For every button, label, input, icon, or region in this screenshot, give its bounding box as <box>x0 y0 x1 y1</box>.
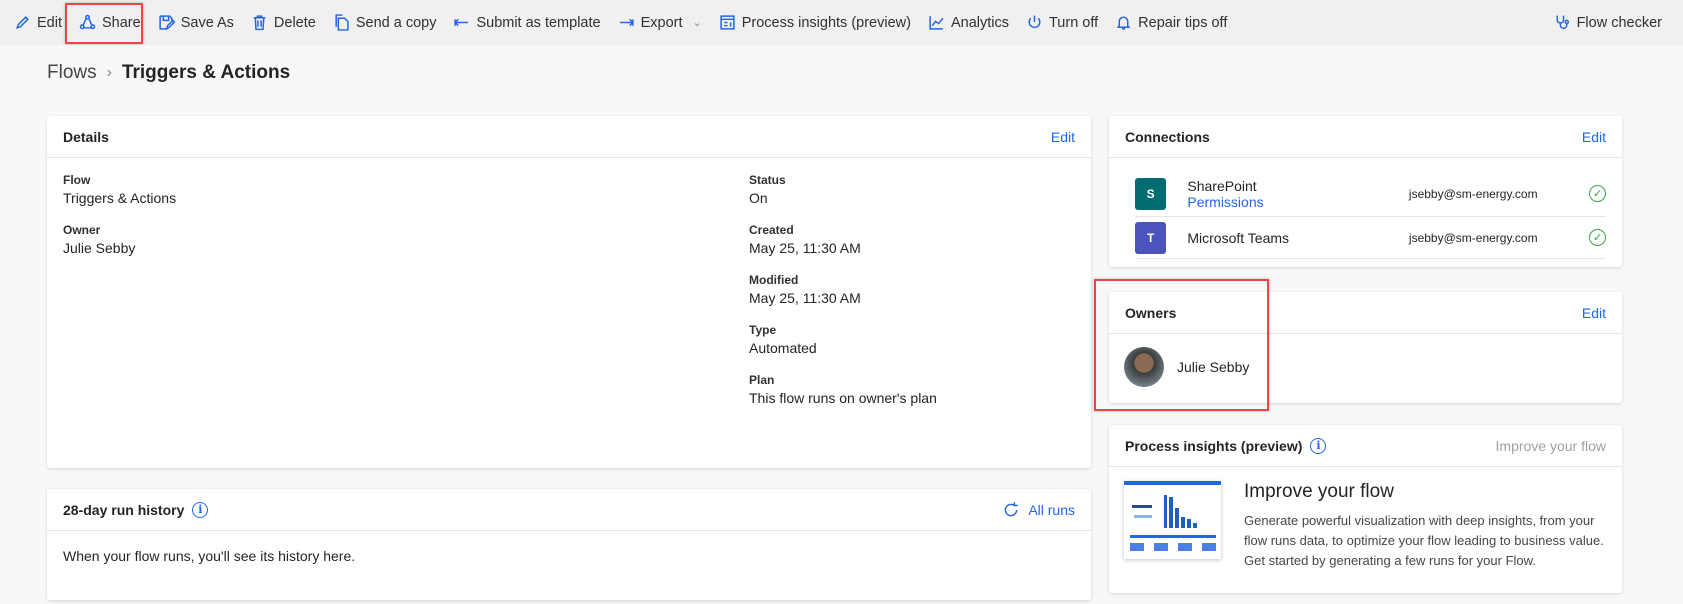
status-value: On <box>749 190 768 206</box>
stethoscope-icon <box>1556 15 1569 30</box>
all-runs-link[interactable]: All runs <box>1002 501 1075 519</box>
flow-value: Triggers & Actions <box>63 190 177 206</box>
permissions-link[interactable]: Permissions <box>1187 194 1409 210</box>
owner-label: Owner <box>63 223 101 237</box>
delete-button[interactable]: Delete <box>251 14 316 31</box>
submit-template-button[interactable]: Submit as template <box>453 14 601 31</box>
modified-value: May 25, 11:30 AM <box>749 290 861 306</box>
sharepoint-icon: S <box>1135 177 1167 210</box>
created-label: Created <box>749 223 794 237</box>
type-label: Type <box>749 323 777 337</box>
save-as-button[interactable]: Save As <box>158 14 234 31</box>
improve-flow-link[interactable]: Improve your flow <box>1496 438 1606 454</box>
details-edit-link[interactable]: Edit <box>1051 129 1075 145</box>
info-icon[interactable]: i <box>1310 437 1327 454</box>
run-history-title: 28-day run history <box>63 501 185 518</box>
flow-label: Flow <box>63 173 91 187</box>
pencil-icon <box>16 16 29 29</box>
bell-icon <box>1116 16 1131 30</box>
run-history-empty: When your flow runs, you'll see its hist… <box>63 548 356 564</box>
details-card: Details Edit Flow Triggers & Actions Owner… <box>47 116 1091 468</box>
owner-value: Julie Sebby <box>63 240 136 256</box>
connections-card: Connections Edit S SharePoint Permissions … <box>1109 116 1622 267</box>
teams-icon: T <box>1135 221 1167 254</box>
save-as-icon <box>159 15 175 31</box>
connection-email: jsebby@sm-energy.com <box>1408 186 1538 201</box>
run-history-card: 28-day run history i All runs When your f… <box>47 489 1091 600</box>
arrow-right-icon <box>619 18 634 27</box>
command-bar: Edit Share Save As Delete Send a copy Su… <box>0 0 1683 45</box>
breadcrumb-flows[interactable]: Flows <box>47 62 97 84</box>
connection-email: jsebby@sm-energy.com <box>1408 230 1538 245</box>
chevron-right-icon: › <box>106 64 112 81</box>
details-title: Details <box>63 128 109 145</box>
export-button[interactable]: Export ⌄ <box>618 14 702 31</box>
process-icon <box>720 15 735 30</box>
connection-name: Microsoft Teams <box>1187 229 1290 246</box>
edit-button[interactable]: Edit <box>14 14 62 31</box>
chart-icon <box>929 16 944 30</box>
insights-illustration <box>1124 481 1221 559</box>
status-label: Status <box>749 173 786 187</box>
modified-label: Modified <box>749 273 799 287</box>
check-icon: ✓ <box>1589 229 1606 246</box>
process-insights-card: Process insights (preview) i Improve your … <box>1109 425 1622 593</box>
connections-edit-link[interactable]: Edit <box>1582 129 1606 145</box>
flow-checker-button[interactable]: Flow checker <box>1554 14 1662 31</box>
plan-value: This flow runs on owner's plan <box>749 390 937 406</box>
type-value: Automated <box>749 340 817 356</box>
power-icon <box>1028 15 1041 29</box>
refresh-icon <box>1005 501 1019 516</box>
insights-body: Generate powerful visualization with dee… <box>1244 513 1604 568</box>
check-icon: ✓ <box>1589 185 1606 202</box>
process-insights-button[interactable]: Process insights (preview) <box>719 14 911 31</box>
share-highlight <box>65 3 143 44</box>
connections-title: Connections <box>1125 128 1210 145</box>
owners-highlight <box>1094 279 1269 411</box>
info-icon[interactable]: i <box>192 501 209 518</box>
copy-icon <box>335 14 349 31</box>
insights-title: Process insights (preview) <box>1125 437 1303 454</box>
page-title: Triggers & Actions <box>121 62 291 83</box>
turn-off-button[interactable]: Turn off <box>1026 14 1098 31</box>
send-copy-button[interactable]: Send a copy <box>333 14 436 31</box>
breadcrumb: Flows › Triggers & Actions <box>47 62 290 84</box>
trash-icon <box>253 15 266 31</box>
connection-row: S SharePoint Permissions jsebby@sm-energy… <box>1135 171 1606 217</box>
arrow-left-icon <box>454 18 469 27</box>
insights-heading: Improve your flow <box>1244 481 1394 502</box>
created-value: May 25, 11:30 AM <box>749 240 861 256</box>
owners-edit-link[interactable]: Edit <box>1582 305 1606 321</box>
connection-row: T Microsoft Teams jsebby@sm-energy.com ✓ <box>1135 217 1606 259</box>
chevron-down-icon: ⌄ <box>692 17 702 29</box>
repair-tips-button[interactable]: Repair tips off <box>1115 14 1227 31</box>
analytics-button[interactable]: Analytics <box>928 14 1009 31</box>
connection-name: SharePoint <box>1187 177 1257 194</box>
plan-label: Plan <box>749 373 775 387</box>
